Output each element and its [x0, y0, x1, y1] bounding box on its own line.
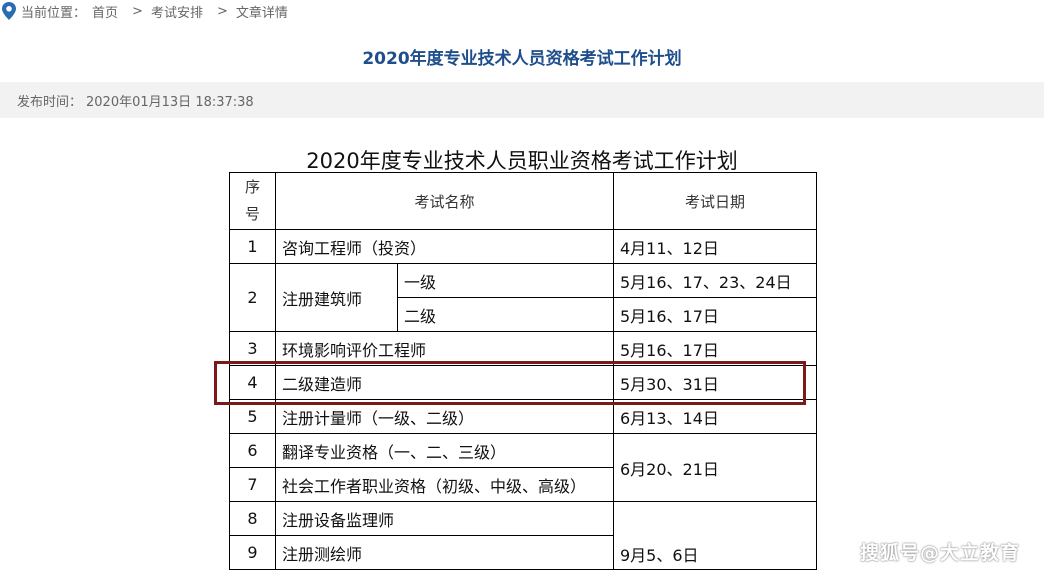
table-row: 2 注册建筑师 一级 5月16、17、23、24日	[229, 263, 817, 332]
row-exam-level: 二级	[397, 297, 614, 332]
table-row: 4 二级建造师 5月30、31日	[229, 365, 817, 400]
row-exam-date: 5月16、17日	[613, 297, 817, 332]
header-exam-date: 考试日期	[613, 172, 817, 230]
breadcrumb-prefix: 当前位置：	[21, 5, 87, 21]
breadcrumb-separator: >	[216, 3, 228, 19]
row-exam-name: 注册建筑师	[275, 263, 398, 332]
table-caption: 2020年度专业技术人员职业资格考试工作计划	[306, 149, 738, 173]
row-exam-name: 社会工作者职业资格（初级、中级、高级）	[275, 467, 614, 502]
row-index: 7	[229, 467, 276, 502]
row-index: 5	[229, 399, 276, 434]
breadcrumb: 当前位置： 首页 > 考试安排 > 文章详情	[0, 0, 1044, 22]
location-pin-icon	[2, 2, 16, 20]
row-exam-date: 4月11、12日	[613, 229, 817, 264]
exam-schedule-table: 序号 考试名称 考试日期 1 咨询工程师（投资） 4月11、12日 2 注册建筑…	[229, 172, 817, 570]
row-exam-name: 咨询工程师（投资）	[275, 229, 614, 264]
row-index: 8	[229, 501, 276, 536]
publish-info-bar: 发布时间： 2020年01月13日 18:37:38	[0, 82, 1044, 118]
header-exam-name: 考试名称	[275, 172, 614, 230]
row-exam-date: 6月13、14日	[613, 399, 817, 434]
table-header-row: 序号 考试名称 考试日期	[229, 172, 817, 230]
row-exam-date: 5月16、17、23、24日	[613, 263, 817, 298]
row-exam-name: 环境影响评价工程师	[275, 331, 614, 366]
row-index: 6	[229, 433, 276, 468]
table-row: 3 环境影响评价工程师 5月16、17日	[229, 331, 817, 366]
table-row: 8 注册设备监理师 9月5、6日	[229, 501, 817, 570]
row-exam-name: 二级建造师	[275, 365, 614, 400]
row-exam-level: 一级	[397, 263, 614, 298]
breadcrumb-current: 文章详情	[235, 5, 288, 21]
header-index: 序号	[229, 172, 276, 230]
row-exam-date: 9月5、6日	[613, 501, 817, 570]
row-index: 9	[229, 535, 276, 570]
table-row: 1 咨询工程师（投资） 4月11、12日	[229, 229, 817, 264]
breadcrumb-exam-schedule-link[interactable]: 考试安排	[151, 2, 203, 21]
table-row: 6 翻译专业资格（一、二、三级） 6月20、21日	[229, 433, 817, 502]
publish-time-value: 2020年01月13日 18:37:38	[86, 94, 254, 110]
row-exam-name: 注册测绘师	[275, 535, 614, 570]
row-index: 3	[229, 331, 276, 366]
row-exam-date: 6月20、21日	[613, 433, 817, 502]
breadcrumb-home-link[interactable]: 首页	[92, 2, 118, 21]
row-exam-name: 翻译专业资格（一、二、三级）	[275, 433, 614, 468]
row-exam-date: 5月16、17日	[613, 331, 817, 366]
row-exam-date: 5月30、31日	[613, 365, 817, 400]
row-exam-name: 注册计量师（一级、二级）	[275, 399, 614, 434]
row-index: 2	[229, 263, 276, 332]
row-index: 4	[229, 365, 276, 400]
article-title: 2020年度专业技术人员资格考试工作计划	[362, 49, 682, 69]
row-index: 1	[229, 229, 276, 264]
header-index-text: 序号	[245, 178, 261, 223]
breadcrumb-separator: >	[132, 3, 143, 19]
publish-time-label: 发布时间：	[17, 94, 83, 110]
watermark: 搜狐号@大立教育	[859, 542, 1020, 564]
row-exam-name: 注册设备监理师	[275, 501, 614, 536]
table-row: 5 注册计量师（一级、二级） 6月13、14日	[229, 399, 817, 434]
